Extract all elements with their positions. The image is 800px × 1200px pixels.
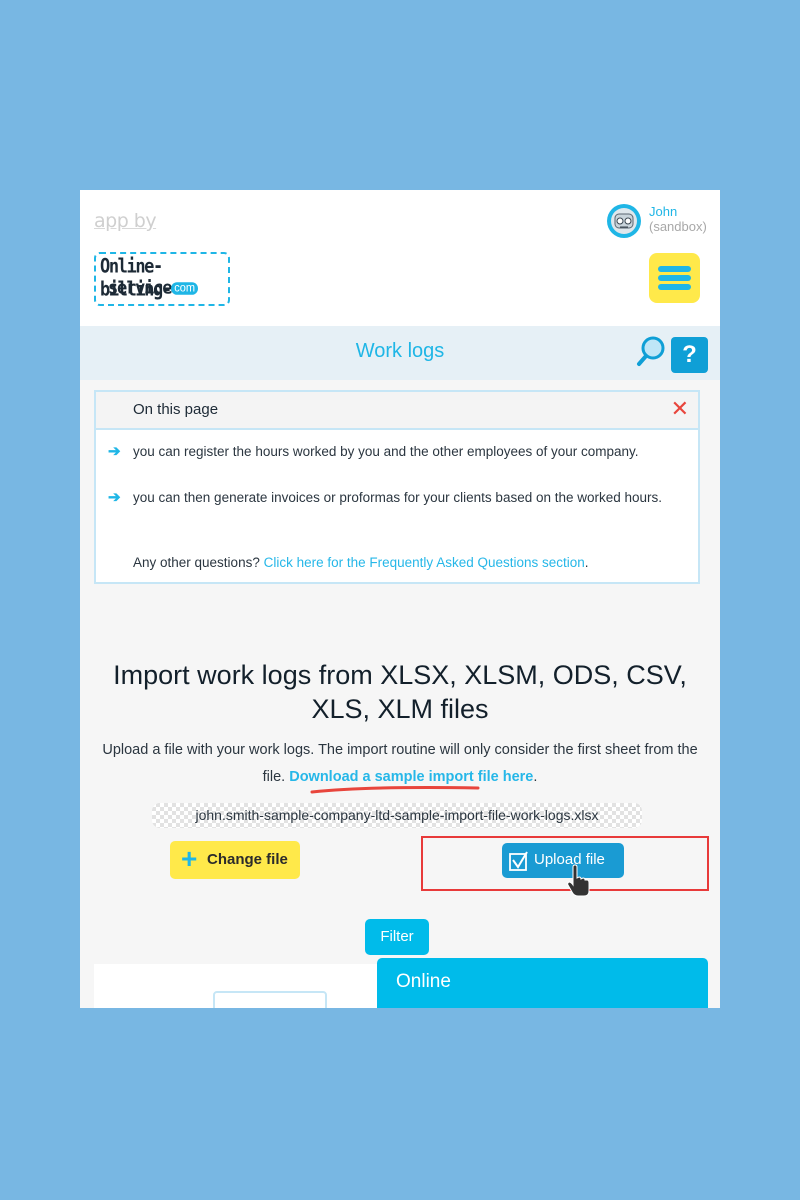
info-box-title: On this page [133, 401, 219, 418]
change-file-button[interactable]: + Change file [170, 841, 300, 879]
hamburger-menu-icon-bar [658, 284, 691, 290]
import-description: Upload a file with your work logs. The i… [90, 737, 710, 791]
download-sample-link[interactable]: Download a sample import file here [289, 769, 533, 785]
help-button[interactable]: ? [671, 337, 708, 373]
upload-file-button[interactable]: Upload file [502, 843, 624, 878]
logo-line-2: service com [108, 278, 199, 299]
arrow-right-icon: ➔ [108, 489, 121, 506]
faq-line: Any other questions? Click here for the … [133, 553, 589, 573]
plus-icon: + [181, 843, 198, 874]
page-title: Work logs [355, 340, 445, 362]
info-item: ➔ you can register the hours worked by y… [108, 440, 673, 463]
info-item-text: you can then generate invoices or profor… [133, 490, 663, 505]
avatar[interactable] [607, 204, 641, 238]
menu-button[interactable] [649, 253, 700, 303]
search-button[interactable] [636, 335, 666, 369]
arrow-right-icon: ➔ [108, 443, 121, 460]
online-tab[interactable]: Online [377, 958, 708, 1008]
faq-suffix: . [584, 555, 589, 570]
user-account-type: (sandbox) [649, 219, 707, 234]
checkbox-check-icon [509, 851, 528, 871]
filter-button[interactable]: Filter [365, 919, 429, 955]
change-file-label: Change file [207, 851, 288, 868]
hamburger-menu-icon-bar [658, 275, 691, 281]
filter-input[interactable] [213, 991, 327, 1008]
logo-com-badge: com [171, 282, 199, 295]
on-this-page-box: On this page ✕ ➔ you can register the ho… [94, 390, 700, 584]
faq-question: Any other questions? [133, 555, 260, 570]
sample-suffix: . [533, 769, 538, 785]
page-titlebar: Work logs [80, 326, 720, 380]
selected-filename: john.smith-sample-company-ltd-sample-imp… [152, 803, 642, 828]
logo-service-text: service [108, 278, 172, 299]
app-by-label: app by [94, 210, 157, 232]
info-item-text: you can register the hours worked by you… [133, 444, 639, 459]
magnifier-icon [637, 336, 665, 366]
import-title: Import work logs from XLSX, XLSM, ODS, C… [113, 660, 687, 724]
hand-pointer-cursor-icon [567, 864, 590, 897]
user-name[interactable]: John [649, 205, 677, 219]
online-tab-label: Online [396, 971, 451, 992]
header: app by Online-billing- service com John (… [80, 190, 720, 326]
avatar-icon [611, 208, 637, 234]
hamburger-menu-icon [658, 266, 691, 272]
faq-link[interactable]: Click here for the Frequently Asked Ques… [264, 555, 585, 570]
app-frame: app by Online-billing- service com John (… [80, 190, 720, 1008]
red-underline-annotation [310, 786, 480, 794]
close-icon[interactable]: ✕ [671, 397, 689, 421]
info-box-header: On this page ✕ [96, 392, 698, 430]
logo[interactable]: Online-billing- service com [94, 252, 230, 306]
info-item: ➔ you can then generate invoices or prof… [108, 486, 673, 509]
